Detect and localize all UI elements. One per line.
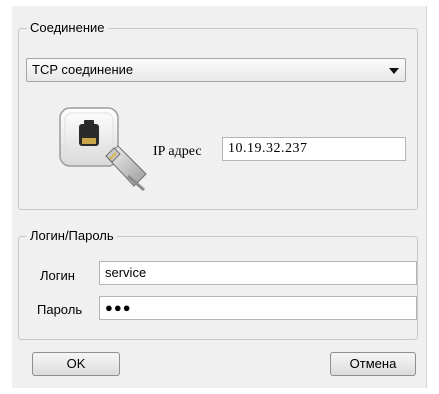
connection-group-title: Соединение xyxy=(27,20,108,36)
ip-address-label: IP адрес xyxy=(153,144,202,159)
ok-button[interactable]: OK xyxy=(32,352,120,376)
login-input[interactable]: service xyxy=(99,261,417,285)
password-input[interactable]: ●●● xyxy=(99,296,417,320)
chevron-down-icon xyxy=(389,68,399,74)
credentials-group-title: Логин/Пароль xyxy=(27,228,117,244)
connection-type-value: TCP соединение xyxy=(32,62,134,77)
network-plug-icon xyxy=(59,107,147,192)
ip-address-input[interactable]: 10.19.32.237 xyxy=(222,137,406,161)
password-label: Пароль xyxy=(37,302,83,317)
connection-type-select[interactable]: TCP соединение xyxy=(26,58,406,82)
cancel-button[interactable]: Отмена xyxy=(330,352,416,376)
credentials-group: Логин/Пароль xyxy=(18,228,418,340)
login-label: Логин xyxy=(40,268,75,283)
